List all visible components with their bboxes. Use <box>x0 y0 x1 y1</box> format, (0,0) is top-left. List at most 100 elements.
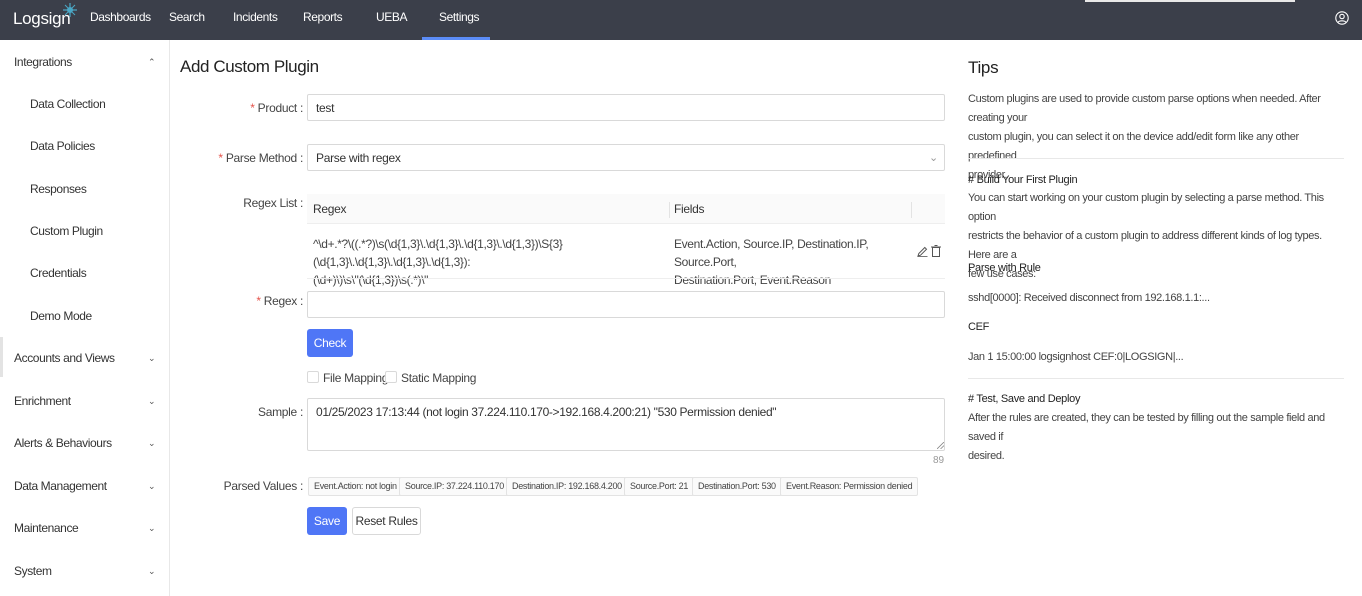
table-cell-regex: ^\d+.*?\((.*?)\s(\d{1,3}\.\d{1,3}\.\d{1,… <box>313 235 668 289</box>
tips-line: restricts the behavior of a custom plugi… <box>968 230 1322 261</box>
section-heading: # Test, Save and Deploy <box>968 393 1081 405</box>
file-mapping-label[interactable]: File Mapping <box>323 371 388 385</box>
character-count: 89 <box>933 455 945 466</box>
reset-rules-button[interactable]: Reset Rules <box>352 507 421 535</box>
nav-settings[interactable]: Settings <box>439 10 480 24</box>
sidebar-item-label: Maintenance <box>14 521 79 535</box>
static-mapping-label[interactable]: Static Mapping <box>401 371 476 385</box>
sidebar-item-data-management[interactable]: Data Management ⌄ <box>0 465 169 507</box>
file-mapping-checkbox[interactable] <box>307 371 319 383</box>
sidebar-item-accounts-and-views[interactable]: Accounts and Views ⌄ <box>0 337 169 379</box>
nav-reports[interactable]: Reports <box>303 10 343 24</box>
regex-label: * Regex : <box>200 294 303 308</box>
tips-intro: Custom plugins are used to provide custo… <box>968 90 1344 185</box>
nav-incidents[interactable]: Incidents <box>233 10 278 24</box>
sidebar-item-custom-plugin[interactable]: Custom Plugin <box>0 210 169 252</box>
nav-search[interactable]: Search <box>169 10 205 24</box>
sidebar: Integrations ⌃ Data Collection Data Poli… <box>0 40 170 596</box>
sidebar-item-maintenance[interactable]: Maintenance ⌄ <box>0 507 169 549</box>
sidebar-item-credentials[interactable]: Credentials <box>0 252 169 294</box>
table-cell-fields: Event.Action, Source.IP, Destination.IP,… <box>674 235 904 289</box>
table-header: Regex Fields <box>307 194 945 224</box>
rule-example: sshd[0000]: Received disconnect from 192… <box>968 292 1210 304</box>
chevron-up-icon: ⌃ <box>148 56 156 67</box>
parsed-value-tag: Destination.Port: 530 <box>692 477 782 496</box>
nav-dashboards[interactable]: Dashboards <box>90 10 151 24</box>
parsed-value-tag: Destination.IP: 192.168.4.200 <box>506 477 628 496</box>
chevron-down-icon: ⌄ <box>148 395 156 406</box>
page-title: Add Custom Plugin <box>180 57 319 76</box>
required-mark: * <box>256 294 264 308</box>
parsed-value-tag: Source.IP: 37.224.110.170 <box>399 477 510 496</box>
cef-example: Jan 1 15:00:00 logsignhost CEF:0|LOGSIGN… <box>968 351 1184 363</box>
tips-line: Custom plugins are used to provide custo… <box>968 93 1321 124</box>
parse-method-select[interactable]: Parse with regex <box>307 144 945 171</box>
product-label-text: Product : <box>257 101 304 115</box>
sidebar-item-data-policies[interactable]: Data Policies <box>0 125 169 167</box>
sample-textarea[interactable]: 01/25/2023 17:13:44 (not login 37.224.11… <box>307 398 945 451</box>
chevron-down-icon: ⌄ <box>148 522 156 533</box>
sidebar-item-data-collection[interactable]: Data Collection <box>0 83 169 125</box>
edit-icon[interactable] <box>917 246 928 257</box>
sidebar-item-integrations[interactable]: Integrations ⌃ <box>0 41 169 83</box>
regex-line: (\d+)\)\s\"(\d{1,3})\s(.*)\" <box>313 273 429 287</box>
sidebar-item-label: Data Collection <box>30 97 106 111</box>
sidebar-item-label: Enrichment <box>14 394 71 408</box>
static-mapping-checkbox[interactable] <box>385 371 397 383</box>
sidebar-item-alerts-behaviours[interactable]: Alerts & Behaviours ⌄ <box>0 422 169 464</box>
delete-icon[interactable] <box>931 245 941 257</box>
sidebar-item-label: Credentials <box>30 266 87 280</box>
tips-title: Tips <box>968 58 999 77</box>
regex-line: ^\d+.*?\((.*?)\s(\d{1,3}\.\d{1,3}\.\d{1,… <box>313 237 563 269</box>
logo-star-icon <box>63 3 77 17</box>
sidebar-item-responses[interactable]: Responses <box>0 168 169 210</box>
sidebar-item-system[interactable]: System ⌄ <box>0 550 169 592</box>
section-heading: # Build Your First Plugin <box>968 174 1078 186</box>
logo-text: Logsign <box>13 9 71 28</box>
regex-table: Regex Fields ^\d+.*?\((.*?)\s(\d{1,3}\.\… <box>307 194 945 287</box>
tips-section2: After the rules are created, they can be… <box>968 409 1344 466</box>
row-divider <box>307 278 945 279</box>
sample-label: Sample : <box>258 405 303 419</box>
fields-line: Destination.Port, Event.Reason <box>674 273 831 287</box>
top-navigation-bar: Logsign Dashboards Search Incidents Repo… <box>0 0 1362 40</box>
save-button[interactable]: Save <box>307 507 347 535</box>
user-icon[interactable] <box>1335 11 1349 25</box>
sidebar-item-label: Data Policies <box>30 139 95 153</box>
sidebar-item-enrichment[interactable]: Enrichment ⌄ <box>0 380 169 422</box>
cef-heading: CEF <box>968 321 990 333</box>
column-divider <box>669 202 670 218</box>
sidebar-item-demo-mode[interactable]: Demo Mode <box>0 295 169 337</box>
resize-handle-icon[interactable] <box>937 442 944 449</box>
chevron-down-icon[interactable]: ⌄ <box>929 151 938 164</box>
parse-method-label: * Parse Method : <box>200 151 303 165</box>
chevron-down-icon: ⌄ <box>148 565 156 576</box>
sidebar-item-label: Custom Plugin <box>30 224 103 238</box>
sidebar-item-label: System <box>14 564 52 578</box>
product-label: * Product : <box>200 101 303 115</box>
regex-input[interactable] <box>307 291 945 318</box>
nav-ueba[interactable]: UEBA <box>376 10 407 24</box>
check-button[interactable]: Check <box>307 329 353 357</box>
fields-line: Event.Action, Source.IP, Destination.IP,… <box>674 237 869 269</box>
sidebar-item-label: Demo Mode <box>30 309 92 323</box>
active-nav-indicator <box>422 37 490 40</box>
column-divider <box>911 202 912 218</box>
parsed-value-tag: Source.Port: 21 <box>624 477 695 496</box>
parsed-value-tag: Event.Action: not login <box>308 477 403 496</box>
parse-method-label-text: Parse Method : <box>225 151 303 165</box>
divider <box>968 158 1344 159</box>
chevron-down-icon: ⌄ <box>148 352 156 363</box>
regex-list-label: Regex List : <box>243 196 303 210</box>
tips-line: After the rules are created, they can be… <box>968 412 1325 443</box>
divider <box>968 378 1344 379</box>
required-mark: * <box>250 101 258 115</box>
sidebar-item-label: Responses <box>30 182 87 196</box>
required-mark: * <box>218 151 226 165</box>
logo[interactable]: Logsign <box>13 3 77 29</box>
chevron-down-icon: ⌄ <box>148 480 156 491</box>
product-input[interactable]: test <box>307 94 945 121</box>
sidebar-item-label: Data Management <box>14 479 107 493</box>
top-strip <box>1085 0 1295 2</box>
regex-label-text: Regex : <box>263 294 304 308</box>
